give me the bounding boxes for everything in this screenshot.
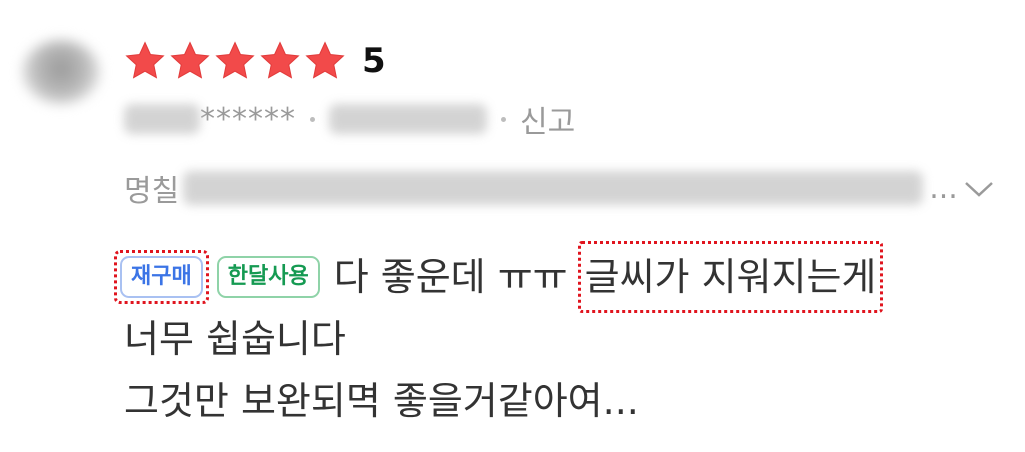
star-icon [170, 41, 210, 79]
review-line: 재구매 한달사용 다 좋운데 ㅠㅠ 글씨가 지워지는게 [114, 241, 1004, 313]
separator-dot [501, 116, 506, 122]
star-rating [124, 40, 346, 82]
review-item: 5 ****** 신고 명칠 ... 재구매 한달사용 다 좋운데 ㅠㅠ 글씨가… [0, 0, 1025, 452]
report-link[interactable]: 신고 [520, 97, 575, 141]
star-icon [215, 41, 255, 79]
product-option[interactable]: 명칠 ... [124, 164, 1004, 212]
separator-dot [310, 116, 315, 122]
rating-score: 5 [362, 41, 386, 81]
option-value-blurred [183, 171, 924, 205]
review-text: 다 좋운데 ㅠㅠ [333, 255, 568, 299]
annotation-box: 재구매 [114, 250, 209, 304]
avatar [22, 40, 100, 104]
star-icon [260, 41, 300, 79]
option-ellipsis: ... [929, 170, 958, 206]
reviewer-id-blurred [124, 104, 200, 134]
reviewer-id-masked: ****** [200, 101, 296, 137]
review-meta: ****** 신고 [124, 96, 575, 142]
option-label: 명칠 [124, 174, 180, 209]
star-icon [125, 41, 165, 79]
star-icon [305, 41, 345, 79]
review-body: 재구매 한달사용 다 좋운데 ㅠㅠ 글씨가 지워지는게 너무 쉽숩니다 그것만 … [114, 241, 1004, 432]
review-date-blurred [329, 104, 487, 134]
chevron-down-icon[interactable] [962, 176, 996, 200]
rating-row: 5 [124, 36, 386, 86]
review-line: 너무 쉽숩니다 [124, 317, 346, 361]
one-month-use-badge: 한달사용 [216, 256, 320, 298]
repurchase-badge: 재구매 [120, 256, 203, 298]
review-line: 그것만 보완되멱 좋을거같아여... [124, 379, 639, 423]
highlighted-text: 글씨가 지워지는게 [577, 241, 884, 313]
